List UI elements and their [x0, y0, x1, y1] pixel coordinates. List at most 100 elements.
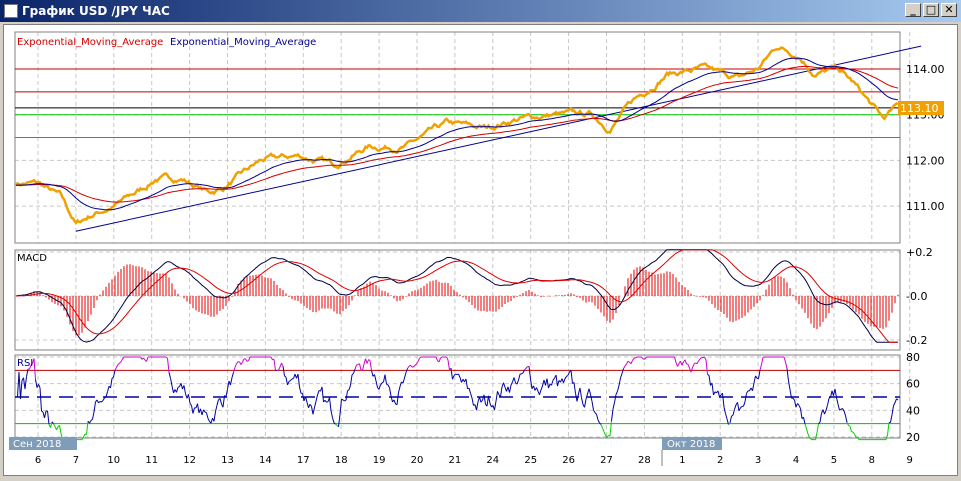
rsi-segment: [896, 398, 899, 401]
x-tick-label: 2: [717, 455, 723, 466]
rsi-segment: [230, 377, 233, 385]
rsi-segment: [729, 416, 732, 423]
rsi-segment: [90, 418, 93, 421]
x-tick-label: 11: [145, 455, 158, 466]
rsi-segment: [641, 356, 644, 360]
rsi-segment: [201, 409, 204, 416]
x-tick-label: 10: [107, 455, 120, 466]
rsi-segment: [548, 383, 551, 389]
x-tick-label: 9: [907, 455, 913, 466]
rsi-segment: [513, 377, 516, 383]
rsi-segment: [197, 403, 200, 414]
rsi-segment: [413, 365, 416, 368]
rsi-segment: [617, 385, 620, 392]
rsi-segment: [624, 363, 627, 367]
rsi-segment: [849, 426, 852, 432]
rsi-segment: [387, 384, 390, 388]
rsi-segment: [98, 401, 101, 404]
rsi-segment: [479, 396, 482, 403]
macd-tick: -0.2: [906, 334, 927, 347]
rsi-segment: [141, 357, 144, 360]
rsi-segment: [731, 414, 734, 417]
rsi-segment: [368, 359, 371, 361]
rsi-segment: [819, 413, 822, 423]
rsi-segment: [351, 372, 354, 376]
legend-ema-red: Exponential_Moving_Average: [17, 37, 163, 48]
rsi-segment: [146, 356, 149, 362]
rsi-segment: [705, 359, 708, 375]
rsi-segment: [210, 418, 213, 424]
rsi-segment: [836, 397, 839, 405]
rsi-segment: [788, 380, 791, 390]
rsi-segment: [290, 378, 293, 381]
macd-tick: +0.2: [906, 246, 933, 259]
rsi-segment: [614, 394, 617, 403]
rsi-segment: [92, 411, 95, 420]
rsi-segment: [341, 398, 344, 401]
rsi-segment: [755, 375, 758, 379]
rsi-segment: [825, 405, 828, 411]
rsi-segment: [630, 360, 633, 365]
rsi-segment: [206, 412, 209, 419]
rsi-segment: [354, 364, 357, 370]
rsi-segment: [684, 359, 687, 365]
rsi-segment: [828, 397, 831, 399]
rsi-segment: [509, 385, 512, 393]
rsi-segment: [404, 372, 407, 379]
rsi-segment: [117, 362, 120, 365]
rsi-segment: [525, 366, 528, 369]
x-tick-label: 21: [449, 455, 462, 466]
macd-panel: [14, 249, 901, 351]
trend-line: [75, 45, 922, 232]
rsi-segment: [740, 405, 743, 409]
price-tick: 114.00: [906, 63, 945, 76]
rsi-segment: [816, 423, 819, 433]
rsi-label: RSI: [17, 358, 33, 369]
rsi-segment: [33, 358, 36, 380]
rsi-segment: [687, 364, 690, 369]
rsi-segment: [315, 394, 318, 402]
rsi-segment: [273, 359, 276, 371]
rsi-segment: [612, 402, 615, 410]
rsi-segment: [894, 398, 897, 403]
rsi-segment: [416, 361, 419, 365]
rsi-segment: [288, 380, 291, 382]
chart-canvas[interactable]: 6 7 10 11 12 13 14 17 18 19 20 21 24 25 26 27 28 1 2 3 4 5 8 91…: [0, 0, 961, 481]
rsi-segment: [593, 409, 596, 413]
rsi-segment: [503, 382, 506, 388]
rsi-segment: [102, 397, 105, 401]
rsi-segment: [620, 373, 623, 379]
rsi-segment: [396, 392, 399, 405]
rsi-segment: [606, 435, 609, 438]
x-tick-label: 6: [35, 455, 41, 466]
rsi-segment: [171, 385, 174, 393]
rsi-segment: [804, 423, 807, 429]
rsi-segment: [362, 364, 365, 371]
rsi-segment: [207, 418, 210, 422]
rsi-tick: 20: [906, 431, 920, 444]
rsi-segment: [369, 360, 372, 371]
rsi-segment: [309, 403, 312, 407]
rsi-segment: [785, 361, 788, 369]
rsi-segment: [738, 407, 741, 411]
rsi-segment: [539, 389, 542, 395]
rsi-segment: [852, 431, 855, 435]
rsi-segment: [677, 363, 680, 367]
x-tick-label: 19: [373, 455, 386, 466]
rsi-segment: [551, 380, 554, 386]
rsi-segment: [827, 398, 830, 406]
rsi-segment: [20, 380, 23, 399]
rsi-segment: [455, 373, 458, 376]
rsi-segment: [843, 410, 846, 416]
rsi-segment: [297, 374, 300, 388]
rsi-segment: [110, 378, 113, 389]
rsi-segment: [39, 387, 42, 412]
x-tick-label: 5: [831, 455, 837, 466]
rsi-segment: [717, 390, 720, 397]
rsi-segment: [737, 402, 740, 411]
rsi-segment: [440, 356, 443, 359]
rsi-segment: [470, 392, 473, 399]
rsi-segment: [240, 361, 243, 365]
rsi-segment: [407, 366, 410, 369]
rsi-segment: [837, 403, 840, 411]
